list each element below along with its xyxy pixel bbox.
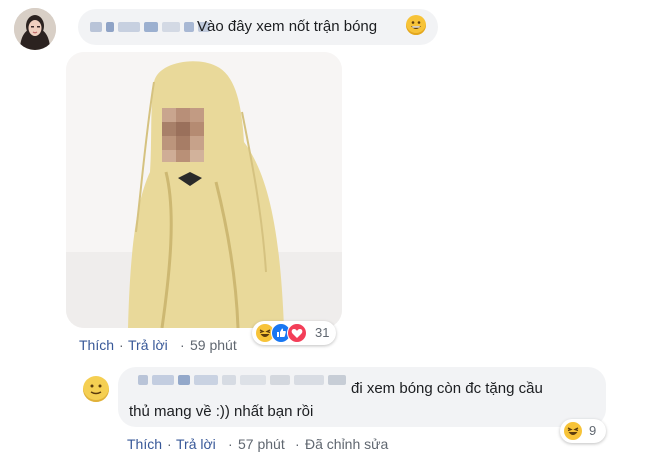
reply-text-line-2: thủ mang về :)) nhất bạn rồi xyxy=(129,403,314,420)
reply-reply-button[interactable]: Trả lời xyxy=(176,436,216,452)
comment-text: Vào đây xem nốt trận bóng xyxy=(197,18,378,35)
separator-dot: · xyxy=(180,337,185,353)
laugh-icon xyxy=(564,422,582,440)
commenter-avatar[interactable] xyxy=(14,8,56,50)
attached-photo[interactable] xyxy=(66,52,342,328)
reaction-count: 31 xyxy=(315,325,330,340)
separator-dot: · xyxy=(228,436,233,452)
love-icon xyxy=(287,323,307,343)
reply-reaction-summary[interactable]: 9 xyxy=(560,419,606,443)
reaction-count: 9 xyxy=(589,423,597,438)
reply-like-button[interactable]: Thích xyxy=(127,436,162,452)
reply-button[interactable]: Trả lời xyxy=(128,337,168,353)
photo-image xyxy=(66,52,342,328)
reply-text-line-1: đi xem bóng còn đc tặng cầu xyxy=(351,380,543,397)
edited-label[interactable]: Đã chỉnh sửa xyxy=(305,436,388,452)
separator-dot: · xyxy=(119,337,124,353)
blurred-author-name[interactable] xyxy=(90,9,214,45)
separator-dot: · xyxy=(167,436,172,452)
reaction-summary[interactable]: 31 xyxy=(252,321,336,345)
blurred-reply-author-name[interactable] xyxy=(138,367,350,393)
reply-timestamp[interactable]: 57 phút xyxy=(238,436,285,452)
avatar-photo xyxy=(14,8,56,50)
reply-avatar-emoji-icon[interactable] xyxy=(83,376,109,402)
like-button[interactable]: Thích xyxy=(79,337,114,353)
timestamp[interactable]: 59 phút xyxy=(190,337,237,353)
separator-dot: · xyxy=(295,436,300,452)
grin-emoji-icon xyxy=(406,15,426,35)
